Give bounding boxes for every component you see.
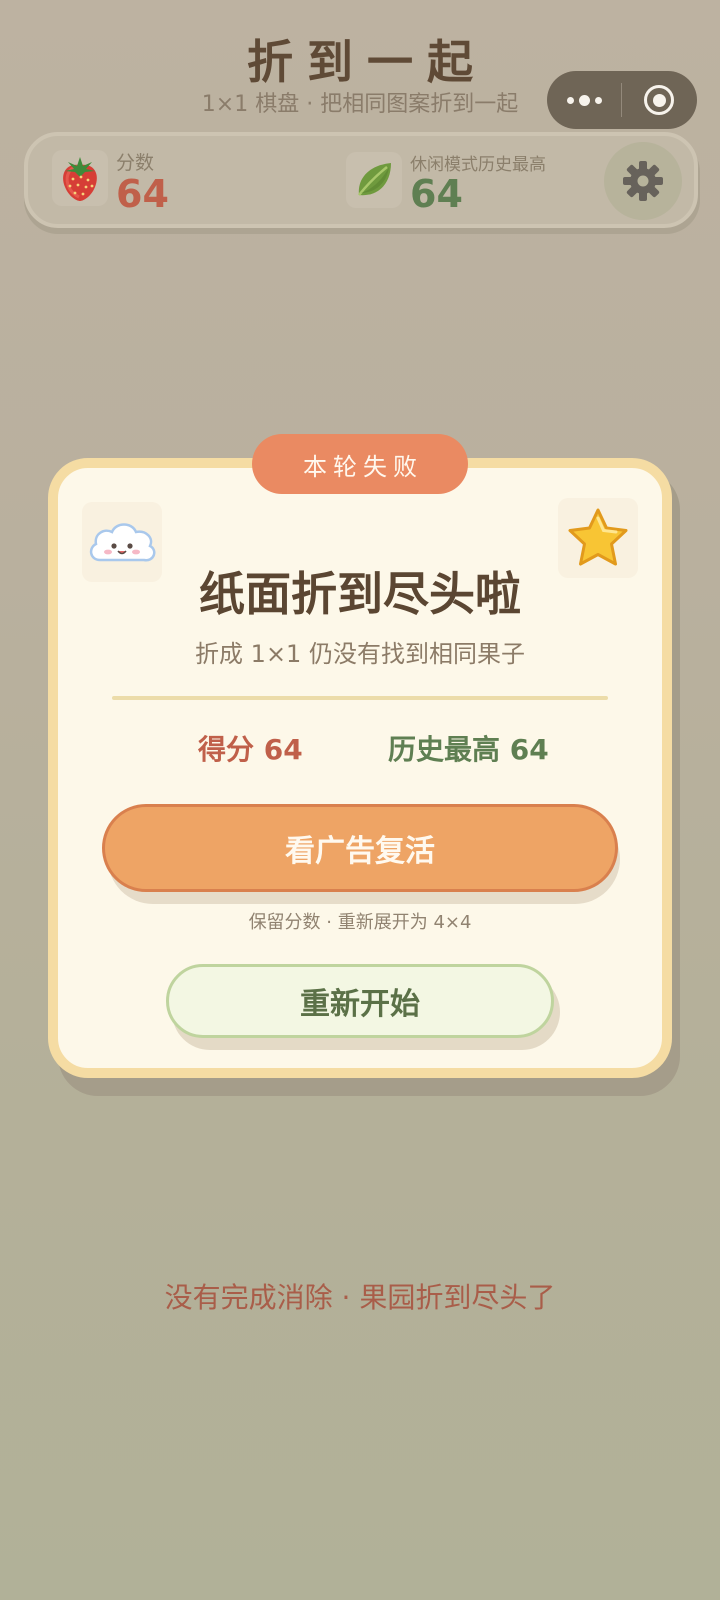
gear-icon (623, 161, 663, 201)
dialog-title: 纸面折到尽头啦 (199, 567, 521, 621)
score-label: 分数 (116, 152, 155, 174)
best-value: 64 (410, 172, 463, 216)
score-value: 64 (116, 172, 169, 216)
settings-button[interactable] (604, 142, 682, 220)
leaf-icon (346, 152, 402, 208)
target-close-icon[interactable] (622, 71, 696, 129)
status-message: 没有完成消除 · 果园折到尽头了 (164, 1281, 556, 1314)
round-failed-badge: 本轮失败 (252, 434, 468, 494)
final-best-score: 历史最高 64 (388, 733, 549, 766)
strawberry-icon (52, 150, 108, 206)
dialog-divider (112, 696, 608, 700)
more-dots-icon[interactable] (547, 71, 621, 129)
revive-note: 保留分数 · 重新展开为 4×4 (248, 912, 472, 933)
restart-button[interactable]: 重新开始 (166, 964, 554, 1038)
dialog-subtitle: 折成 1×1 仍没有找到相同果子 (195, 640, 525, 668)
watch-ad-revive-button[interactable]: 看广告复活 (102, 804, 618, 892)
miniprogram-capsule (547, 71, 697, 129)
final-score: 得分 64 (198, 733, 303, 766)
